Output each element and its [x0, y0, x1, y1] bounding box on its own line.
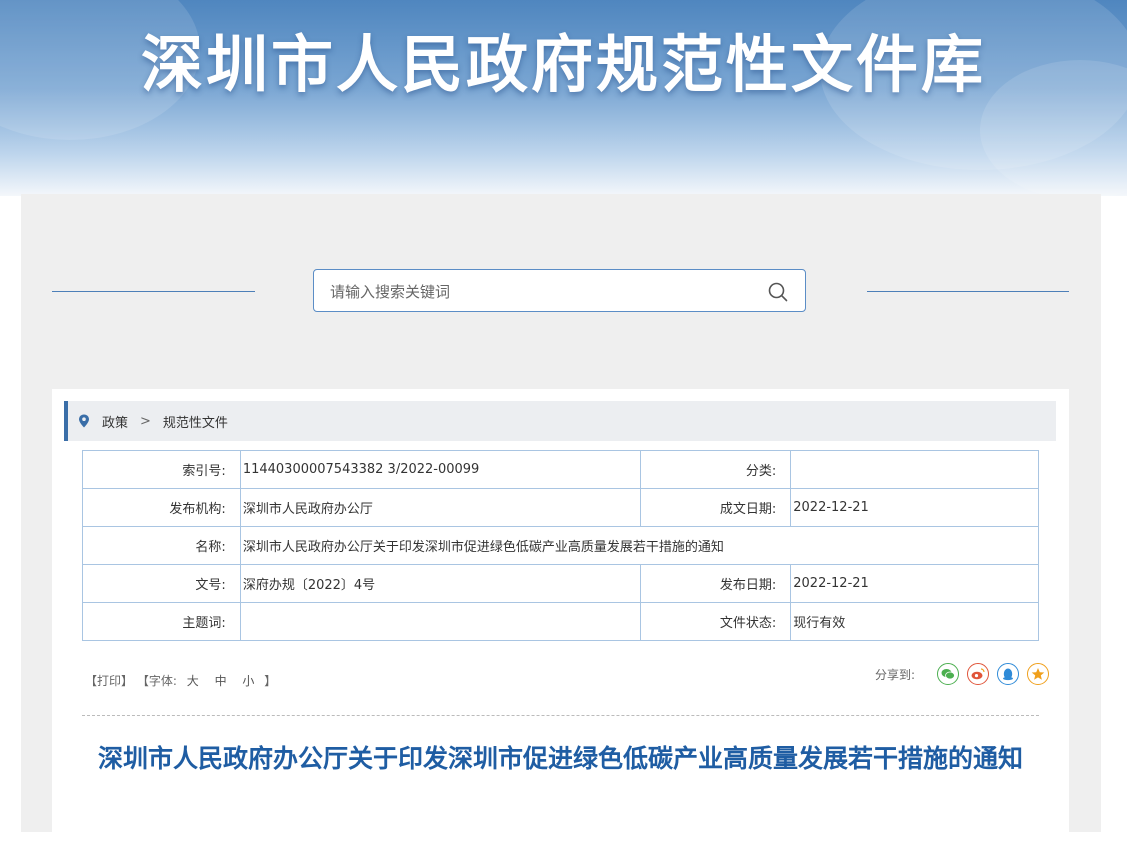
breadcrumb: 政策 > 规范性文件 — [64, 401, 1056, 441]
site-title: 深圳市人民政府规范性文件库 — [140, 28, 986, 101]
share-wechat-button[interactable] — [937, 663, 959, 685]
font-small-button[interactable]: 小 — [242, 674, 254, 688]
article-tools: 【打印】 【字体: 大 中 小 】 — [85, 672, 276, 689]
name-value: 深圳市人民政府办公厅关于印发深圳市促进绿色低碳产业高质量发展若干措施的通知 — [239, 526, 1040, 565]
document-info-table: 索引号: 11440300007543382 3/2022-00099 分类: … — [82, 450, 1040, 641]
share-label: 分享到: — [874, 667, 915, 682]
name-label: 名称: — [82, 526, 241, 565]
content-card: 政策 > 规范性文件 索引号: 11440300007543382 3/2022… — [52, 389, 1069, 849]
publisher-value: 深圳市人民政府办公厅 — [239, 488, 642, 527]
search-icon[interactable] — [767, 281, 789, 303]
wechat-icon — [941, 669, 955, 680]
doc-number-label: 文号: — [82, 564, 241, 603]
search-divider-right — [867, 291, 1069, 292]
print-button[interactable]: 【打印】 — [85, 674, 133, 688]
status-value: 现行有效 — [790, 602, 1039, 641]
subject-label: 主题词: — [82, 602, 241, 641]
qq-icon — [1003, 668, 1013, 681]
publish-date-value: 2022-12-21 — [790, 564, 1039, 603]
index-label: 索引号: — [82, 450, 241, 489]
search-box — [313, 269, 806, 312]
publish-date-label: 发布日期: — [640, 564, 792, 603]
subject-value — [239, 602, 642, 641]
created-date-label: 成文日期: — [640, 488, 792, 527]
index-value: 11440300007543382 3/2022-00099 — [239, 450, 642, 489]
share-weibo-button[interactable] — [967, 663, 989, 685]
breadcrumb-item-policy[interactable]: 政策 — [102, 412, 128, 431]
weibo-icon — [971, 668, 985, 680]
table-row: 索引号: 11440300007543382 3/2022-00099 分类: — [82, 450, 1039, 489]
search-divider-left — [52, 291, 255, 292]
share-qzone-button[interactable] — [1027, 663, 1049, 685]
status-label: 文件状态: — [640, 602, 792, 641]
document-title: 深圳市人民政府办公厅关于印发深圳市促进绿色低碳产业高质量发展若干措施的通知 — [97, 744, 1023, 773]
doc-number-value: 深府办规〔2022〕4号 — [239, 564, 642, 603]
font-size-suffix: 】 — [264, 674, 277, 688]
font-large-button[interactable]: 大 — [187, 674, 199, 688]
qzone-icon — [1031, 668, 1045, 680]
font-size-prefix: 【字体: — [136, 674, 177, 688]
font-medium-button[interactable]: 中 — [215, 674, 227, 688]
breadcrumb-separator: > — [140, 413, 151, 429]
share-qq-button[interactable] — [997, 663, 1019, 685]
header-banner: 深圳市人民政府规范性文件库 — [0, 0, 1127, 196]
publisher-label: 发布机构: — [82, 488, 241, 527]
breadcrumb-item-normative-docs[interactable]: 规范性文件 — [163, 412, 228, 431]
created-date-value: 2022-12-21 — [790, 488, 1039, 527]
table-row: 发布机构: 深圳市人民政府办公厅 成文日期: 2022-12-21 — [82, 488, 1039, 527]
share-bar: 分享到: — [875, 663, 1049, 685]
divider — [82, 715, 1039, 716]
table-row: 文号: 深府办规〔2022〕4号 发布日期: 2022-12-21 — [82, 564, 1039, 603]
category-label: 分类: — [640, 450, 792, 489]
category-value — [790, 450, 1039, 489]
location-pin-icon — [79, 414, 89, 428]
main-panel: 政策 > 规范性文件 索引号: 11440300007543382 3/2022… — [21, 194, 1101, 849]
table-row: 主题词: 文件状态: 现行有效 — [82, 602, 1039, 641]
table-row: 名称: 深圳市人民政府办公厅关于印发深圳市促进绿色低碳产业高质量发展若干措施的通… — [82, 526, 1040, 565]
search-input[interactable] — [328, 280, 752, 304]
